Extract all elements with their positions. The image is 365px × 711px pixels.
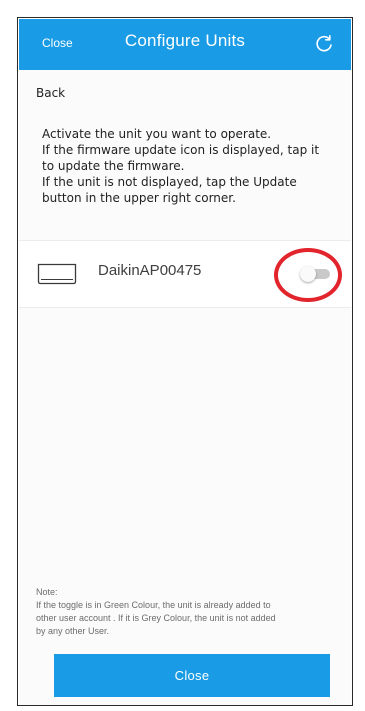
instructions-text: Activate the unit you want to operate. I… — [42, 126, 342, 206]
toggle-highlight-circle — [274, 248, 342, 302]
back-link[interactable]: Back — [36, 86, 65, 100]
note-line: If the toggle is in Green Colour, the un… — [36, 600, 271, 610]
note-text: Note: If the toggle is in Green Colour, … — [36, 586, 341, 638]
instruction-line: If the firmware update icon is displayed… — [42, 143, 320, 157]
instruction-line: button in the upper right corner. — [42, 191, 236, 205]
instruction-line: If the unit is not displayed, tap the Up… — [42, 175, 297, 189]
unit-name: DaikinAP00475 — [98, 262, 202, 279]
close-button[interactable]: Close — [54, 654, 330, 697]
note-heading: Note: — [36, 587, 58, 597]
instruction-line: Activate the unit you want to operate. — [42, 127, 272, 141]
main-content: Back Activate the unit you want to opera… — [19, 70, 351, 705]
instruction-line: to update the firmware. — [42, 159, 185, 173]
app-header: Close Configure Units — [19, 19, 351, 70]
refresh-icon[interactable] — [314, 34, 334, 54]
note-line: by any other User. — [36, 626, 110, 636]
page-title: Configure Units — [124, 31, 246, 50]
note-line: other user account . If it is Grey Colou… — [36, 613, 276, 623]
app-screen: Close Configure Units Back Activate the … — [17, 17, 353, 706]
air-conditioner-icon — [37, 263, 77, 285]
